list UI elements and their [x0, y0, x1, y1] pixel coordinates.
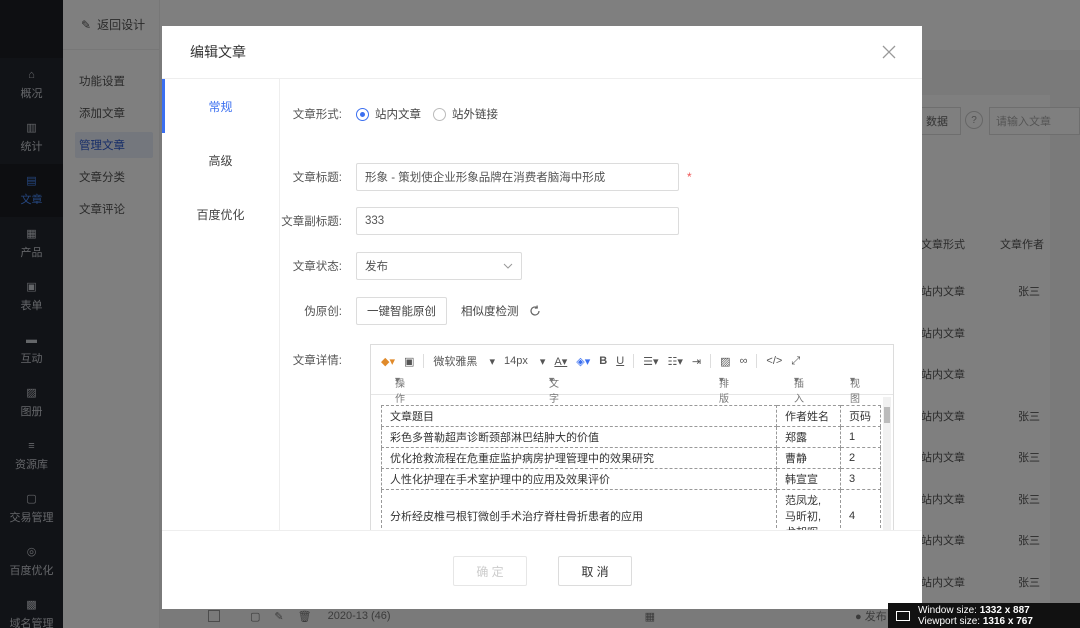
- status-select[interactable]: 发布: [356, 252, 522, 280]
- insert-image-icon[interactable]: ▨: [720, 355, 730, 368]
- table-cell: 人性化护理在手术室护理中的应用及效果评价: [381, 468, 777, 490]
- table-cell: 作者姓名: [776, 405, 841, 427]
- table-row: 文章题目 作者姓名 页码: [381, 405, 881, 427]
- radio-dot: [433, 107, 446, 121]
- subtitle-label: 文章副标题:: [281, 216, 342, 228]
- table-cell: 页码: [840, 405, 881, 427]
- scrollbar-thumb[interactable]: [884, 407, 890, 423]
- smart-original-button[interactable]: 一键智能原创: [356, 297, 447, 325]
- detail-label: 文章详情:: [292, 355, 342, 367]
- bold-icon[interactable]: B: [599, 355, 607, 367]
- radio-internal-article[interactable]: 站内文章: [356, 106, 421, 122]
- table-cell: 郑露: [776, 426, 841, 448]
- close-icon[interactable]: [880, 43, 898, 61]
- modal-header: 编辑文章: [162, 26, 922, 79]
- table-cell: 彩色多普勒超声诊断颈部淋巴结肿大的价值: [381, 426, 777, 448]
- highlight-icon[interactable]: ◈▾: [576, 355, 590, 368]
- table-row: 彩色多普勒超声诊断颈部淋巴结肿大的价值 郑露 1: [381, 426, 881, 448]
- modal-tabs: 常规 高级 百度优化: [162, 79, 280, 530]
- group-text[interactable]: 文字 ▾: [549, 375, 559, 405]
- confirm-button[interactable]: 确 定: [453, 556, 527, 586]
- modal-title: 编辑文章: [190, 44, 246, 60]
- similarity-check-link[interactable]: 相似度检测: [461, 303, 519, 319]
- table-row: 人性化护理在手术室护理中的应用及效果评价 韩宣宣 3: [381, 468, 881, 490]
- table-cell: 曹静: [776, 447, 841, 469]
- table-cell: 优化抢救流程在危重症监护病房护理管理中的效果研究: [381, 447, 777, 469]
- table-cell: 分析经皮椎弓根钉微创手术治疗脊柱骨折患者的应用: [381, 489, 777, 530]
- radio-external-link[interactable]: 站外链接: [433, 106, 498, 122]
- font-select[interactable]: 微软雅黑 ▾: [433, 353, 495, 369]
- divider: [633, 354, 635, 368]
- table-cell: 1: [840, 426, 881, 448]
- fullscreen-icon[interactable]: ⤢: [791, 355, 800, 368]
- modal-footer: 确 定 取 消: [162, 530, 922, 609]
- chevron-down-icon: [503, 263, 513, 269]
- rich-text-editor: ◆▾ ▣ 微软雅黑 ▾ 14px ▾ A▾ ◈▾ B U ☰▾ ☷▾ ⇥ ▨ ∞: [370, 344, 894, 530]
- title-label: 文章标题:: [292, 172, 342, 184]
- list-icon[interactable]: ☷▾: [668, 355, 683, 368]
- group-view[interactable]: 视图 ▾: [850, 375, 860, 405]
- editor-toolbar: ◆▾ ▣ 微软雅黑 ▾ 14px ▾ A▾ ◈▾ B U ☰▾ ☷▾ ⇥ ▨ ∞: [371, 345, 893, 405]
- group-layout[interactable]: 排版 ▾: [719, 375, 729, 405]
- title-input[interactable]: 形象 - 策划使企业形象品牌在消费者脑海中形成: [356, 163, 679, 191]
- table-cell: 范凤龙, 马昕初, 戈朝晖: [776, 489, 841, 530]
- divider: [423, 354, 425, 368]
- editor-scrollbar[interactable]: [883, 397, 891, 530]
- group-insert[interactable]: 插入 ▾: [794, 375, 804, 405]
- table-row: 优化抢救流程在危重症监护病房护理管理中的效果研究 曹静 2: [381, 447, 881, 469]
- cancel-button[interactable]: 取 消: [558, 556, 632, 586]
- table-cell: 韩宣宣: [776, 468, 841, 490]
- table-cell: 2: [840, 447, 881, 469]
- table-cell: 文章题目: [381, 405, 777, 427]
- eraser-icon[interactable]: ◆▾: [381, 355, 395, 368]
- format-icon[interactable]: ▣: [404, 355, 414, 368]
- refresh-icon[interactable]: [529, 305, 541, 317]
- edit-article-modal: 编辑文章 常规 高级 百度优化 文章形式: 站内文章 站外链接 文章标题: 形象…: [162, 26, 922, 609]
- tab-baidu-seo[interactable]: 百度优化: [162, 187, 279, 241]
- table-cell: 3: [840, 468, 881, 490]
- underline-icon[interactable]: U: [616, 355, 624, 367]
- font-size-select[interactable]: 14px ▾: [504, 355, 545, 368]
- table-cell: 4: [840, 489, 881, 530]
- monitor-icon: [896, 610, 910, 621]
- article-list-table: 文章题目 作者姓名 页码 彩色多普勒超声诊断颈部淋巴结肿大的价值 郑露 1 优化抢救流程在危…: [381, 405, 881, 530]
- divider: [756, 354, 758, 368]
- status-label: 文章状态:: [292, 261, 342, 273]
- tab-advanced[interactable]: 高级: [162, 133, 279, 187]
- form-type-label: 文章形式:: [292, 109, 342, 121]
- editor-document[interactable]: 文章题目 作者姓名 页码 彩色多普勒超声诊断颈部淋巴结肿大的价值 郑露 1 优化抢救流程在危…: [381, 405, 881, 530]
- table-row: 分析经皮椎弓根钉微创手术治疗脊柱骨折患者的应用范凤龙, 马昕初, 戈朝晖4: [381, 489, 881, 530]
- subtitle-input[interactable]: 333: [356, 207, 679, 235]
- link-icon[interactable]: ∞: [740, 355, 748, 367]
- window-size-indicator: Window size: 1332 x 887 Viewport size: 1…: [888, 603, 1080, 628]
- tab-general[interactable]: 常规: [162, 79, 279, 133]
- group-operation[interactable]: 操作 ▾: [395, 375, 405, 405]
- radio-dot: [356, 107, 369, 121]
- required-mark: *: [687, 170, 692, 184]
- font-color-icon[interactable]: A▾: [554, 355, 567, 368]
- code-icon[interactable]: </>: [766, 355, 782, 367]
- pseudo-original-label: 伪原创:: [304, 306, 342, 318]
- indent-icon[interactable]: ⇥: [692, 355, 701, 368]
- article-form: 文章形式: 站内文章 站外链接 文章标题: 形象 - 策划使企业形象品牌在消费者…: [280, 79, 922, 530]
- align-icon[interactable]: ☰▾: [643, 355, 658, 368]
- divider: [710, 354, 712, 368]
